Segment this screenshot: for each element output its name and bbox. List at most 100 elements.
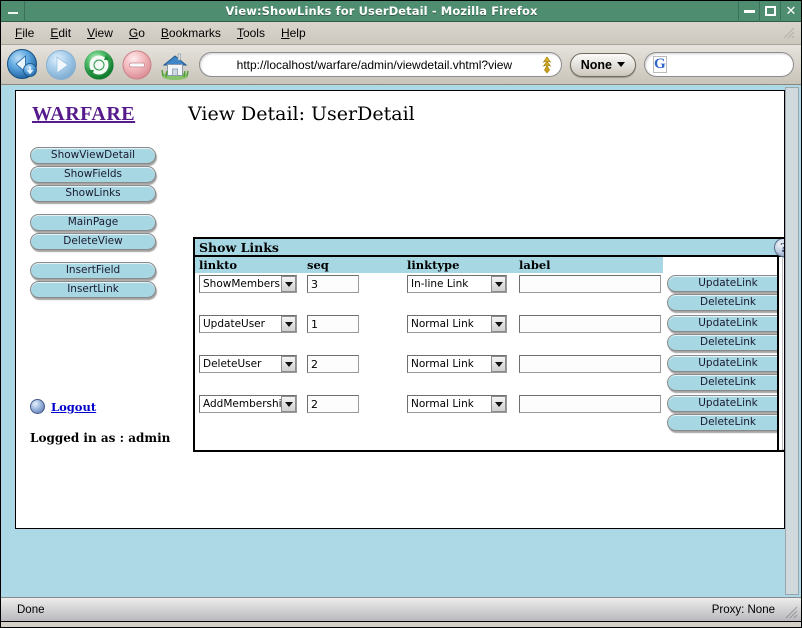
chevron-down-icon[interactable] [281,356,296,372]
logout-link[interactable]: Logout [51,400,96,414]
menu-file[interactable]: File [7,24,42,42]
stop-button[interactable] [119,47,155,83]
back-arrow-icon [7,48,37,79]
linktype-select-1[interactable]: Normal Link [407,315,507,333]
chevron-down-icon[interactable] [491,356,506,372]
show-links-panel: Show Links ? linkto [193,237,784,452]
update-link-button-2[interactable]: UpdateLink [667,355,777,372]
chevron-down-icon[interactable] [491,276,506,292]
minimize-button[interactable] [738,0,759,22]
url-text[interactable]: http://localhost/warfare/admin/viewdetai… [214,58,539,72]
sidebar-button-showlinks[interactable]: ShowLinks [30,185,156,202]
table-row: DeleteUser 2 Normal Link UpdateLink Dele… [195,353,777,393]
linkto-select-value-3: AddMembershij [203,398,281,410]
sidebar-button-showfields[interactable]: ShowFields [30,166,156,183]
window-controls: ✕ [738,0,801,22]
column-header-actions [663,257,777,273]
chevron-down-icon[interactable] [491,396,506,412]
menu-view[interactable]: View [79,24,121,42]
label-input-2[interactable] [519,355,661,373]
linkto-select-3[interactable]: AddMembershij [199,395,297,413]
forward-button[interactable] [43,47,79,83]
panel-scrollbar-track[interactable] [782,257,784,450]
back-button[interactable] [5,47,41,83]
url-bar[interactable]: http://localhost/warfare/admin/viewdetai… [199,52,562,77]
sidebar-button-insertfield[interactable]: InsertField [30,262,156,279]
logged-in-status: Logged in as : admin [30,431,171,445]
delete-link-button-3[interactable]: DeleteLink [667,414,777,431]
go-icon[interactable] [539,55,555,74]
sidebar-button-mainpage[interactable]: MainPage [30,214,156,231]
site-brand-link[interactable]: WARFARE [32,103,135,126]
help-icon[interactable]: ? [774,239,784,257]
seq-input-0[interactable]: 3 [307,275,359,293]
reload-button[interactable] [81,47,117,83]
delete-link-button-1[interactable]: DeleteLink [667,334,777,351]
search-bar[interactable]: G [644,52,794,77]
update-link-button-3[interactable]: UpdateLink [667,395,777,412]
home-icon [161,53,189,80]
linkto-select-value-0: ShowMembersl [203,278,281,290]
search-engine-icon[interactable]: G [653,56,667,73]
page-title: View Detail: UserDetail [188,103,415,125]
seq-input-3[interactable]: 2 [307,395,359,413]
chevron-down-icon[interactable] [281,316,296,332]
page-vertical-scrollbar[interactable] [785,87,799,595]
linktype-select-value-3: Normal Link [411,398,474,410]
window-bottom-strip [1,621,801,627]
menu-go[interactable]: Go [121,24,153,42]
profile-selector-button[interactable]: None [569,52,636,77]
column-header-linktype: linktype [403,257,515,273]
links-table-wrapper: linkto seq linktype label ShowMembersl 3… [195,257,779,450]
linktype-select-0[interactable]: In-line Link [407,275,507,293]
menu-tools-rest: ools [242,26,265,40]
label-input-1[interactable] [519,315,661,333]
menu-bookmarks[interactable]: Bookmarks [153,24,229,42]
chevron-down-icon[interactable] [281,396,296,412]
table-row: AddMembershij 2 Normal Link UpdateLink D… [195,393,777,433]
menu-view-rest: iew [94,26,113,40]
home-button[interactable] [157,47,193,83]
seq-input-2[interactable]: 2 [307,355,359,373]
linkto-select-0[interactable]: ShowMembersl [199,275,297,293]
browser-viewport: WARFARE View Detail: UserDetail ShowView… [1,85,801,597]
column-header-linkto: linkto [195,257,303,273]
menu-tools[interactable]: Tools [229,24,273,42]
chevron-down-icon[interactable] [281,276,296,292]
linkto-select-1[interactable]: UpdateUser [199,315,297,333]
window-icon [7,8,18,14]
sidebar-button-showviewdetail[interactable]: ShowViewDetail [30,147,156,164]
logout-row[interactable]: Logout [30,399,96,414]
cell-label [515,273,663,313]
menubar: File Edit View Go Bookmarks Tools Help [1,22,801,45]
close-button[interactable]: ✕ [780,0,801,22]
delete-link-button-0[interactable]: DeleteLink [667,294,777,311]
cell-linktype: Normal Link [403,353,515,393]
sidebar-button-insertlink[interactable]: InsertLink [30,281,156,298]
linkto-select-2[interactable]: DeleteUser [199,355,297,373]
delete-link-button-2[interactable]: DeleteLink [667,374,777,391]
window-menu-button[interactable] [1,0,25,22]
window-title: View:ShowLinks for UserDetail - Mozilla … [225,4,538,18]
label-input-3[interactable] [519,395,661,413]
resize-grip-icon[interactable] [783,604,799,620]
seq-input-1[interactable]: 1 [307,315,359,333]
cell-actions: UpdateLink DeleteLink [663,273,777,313]
panel-vertical-scrollbar[interactable] [779,257,784,450]
menu-help[interactable]: Help [273,24,314,42]
panel-heading-text: Show Links [199,239,279,255]
update-link-button-0[interactable]: UpdateLink [667,275,777,292]
column-header-label: label [515,257,663,273]
label-input-0[interactable] [519,275,661,293]
table-row: ShowMembersl 3 In-line Link UpdateLink D… [195,273,777,313]
cell-label [515,393,663,433]
update-link-button-1[interactable]: UpdateLink [667,315,777,332]
linktype-select-3[interactable]: Normal Link [407,395,507,413]
web-page: WARFARE View Detail: UserDetail ShowView… [15,90,785,529]
menu-edit[interactable]: Edit [42,24,79,42]
cell-label [515,313,663,353]
chevron-down-icon[interactable] [491,316,506,332]
maximize-button[interactable] [759,0,780,22]
linktype-select-2[interactable]: Normal Link [407,355,507,373]
sidebar-button-deleteview[interactable]: DeleteView [30,233,156,250]
